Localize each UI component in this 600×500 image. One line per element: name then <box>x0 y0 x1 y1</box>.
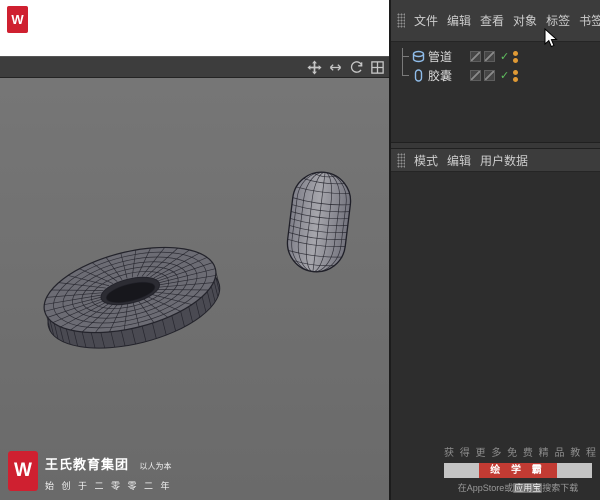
object-list: 管道 ✓ 胶囊 ✓ <box>391 42 600 142</box>
tree-line <box>402 56 409 57</box>
watermark-slogan: 以人为本 <box>139 462 172 471</box>
attribute-manager-body: 获 得 更 多 免 费 精 品 教 程 绘 学 霸 在AppStore或应用宝搜… <box>391 172 600 500</box>
promo-download-suffix: 搜索下载 <box>542 483 579 493</box>
menu-edit[interactable]: 编辑 <box>447 152 471 169</box>
huixueba-badge: 绘 学 霸 <box>479 463 557 478</box>
watermark-title: 王氏教育集团 <box>45 457 130 472</box>
panel-grip-icon[interactable] <box>397 152 405 168</box>
menu-view[interactable]: 查看 <box>480 12 504 29</box>
menu-file[interactable]: 文件 <box>414 12 438 29</box>
3d-viewport[interactable]: W 王氏教育集团 以人为本 始 创 于 二 零 零 二 年 <box>0 78 389 500</box>
logo-letter: W <box>11 12 24 27</box>
wangshi-logo: W <box>8 451 38 491</box>
promo-download-prefix: 在AppStore或 <box>457 483 514 493</box>
menu-objects[interactable]: 对象 <box>513 12 537 29</box>
pan-icon[interactable] <box>306 59 322 75</box>
maximize-view-icon[interactable] <box>369 59 385 75</box>
editor-visibility-toggle-icon[interactable] <box>470 51 481 62</box>
panel-splitter[interactable] <box>391 142 600 149</box>
object-manager-menubar: 文件 编辑 查看 对象 标签 书签 <box>391 0 600 42</box>
object-name[interactable]: 胶囊 <box>428 67 470 84</box>
menu-mode[interactable]: 模式 <box>414 152 438 169</box>
c4d-app-window: W W 王氏教育集团 以人为本 始 创 于 二 零 零 二 年 文件 编辑 查看… <box>0 0 600 500</box>
rotate-icon[interactable] <box>348 59 364 75</box>
menu-user-data[interactable]: 用户数据 <box>480 152 528 169</box>
top-banner: W <box>0 0 389 56</box>
menu-edit[interactable]: 编辑 <box>447 12 471 29</box>
wangshi-watermark: W 王氏教育集团 以人为本 始 创 于 二 零 零 二 年 <box>8 451 172 492</box>
right-panel: 文件 编辑 查看 对象 标签 书签 管道 ✓ <box>389 0 600 500</box>
yingyongbao-highlight: 应用宝 <box>513 483 543 493</box>
mouse-cursor <box>544 28 558 48</box>
enabled-check-icon[interactable]: ✓ <box>500 69 509 82</box>
capsule-object-wireframe <box>286 171 352 273</box>
zoom-icon[interactable] <box>327 59 343 75</box>
promo-download-text: 在AppStore或应用宝搜索下载 <box>444 481 592 494</box>
render-visibility-toggle-icon[interactable] <box>484 51 495 62</box>
tree-line <box>402 75 409 76</box>
menu-bookmarks[interactable]: 书签 <box>579 12 600 29</box>
attribute-manager-menubar: 模式 编辑 用户数据 <box>391 149 600 172</box>
object-row-capsule[interactable]: 胶囊 ✓ <box>402 66 600 85</box>
watermark-since: 始 创 于 二 零 零 二 年 <box>45 481 173 491</box>
render-visibility-toggle-icon[interactable] <box>484 70 495 81</box>
editor-visibility-toggle-icon[interactable] <box>470 70 481 81</box>
visibility-dots-icon[interactable] <box>513 69 519 82</box>
huixueba-badge-bar: 绘 学 霸 <box>444 463 592 478</box>
promo-text: 获 得 更 多 免 费 精 品 教 程 <box>444 448 598 459</box>
promo-watermark: 获 得 更 多 免 费 精 品 教 程 绘 学 霸 在AppStore或应用宝搜… <box>444 444 598 494</box>
tube-object-icon <box>411 50 425 64</box>
viewport-toolbar <box>0 56 389 78</box>
badge-segment <box>444 463 479 478</box>
object-row-tube[interactable]: 管道 ✓ <box>402 47 600 66</box>
object-name[interactable]: 管道 <box>428 48 470 65</box>
panel-grip-icon[interactable] <box>397 13 405 28</box>
wangshi-logo-small: W <box>7 6 28 33</box>
tube-object-wireframe <box>43 246 221 349</box>
capsule-object-icon <box>411 69 425 83</box>
viewport-canvas[interactable] <box>0 78 389 500</box>
watermark-text: 王氏教育集团 以人为本 始 创 于 二 零 零 二 年 <box>45 451 172 492</box>
enabled-check-icon[interactable]: ✓ <box>500 50 509 63</box>
logo-letter: W <box>14 460 32 481</box>
badge-segment <box>557 463 592 478</box>
visibility-dots-icon[interactable] <box>513 50 519 63</box>
viewport-nav-tools <box>306 59 385 75</box>
menu-tags[interactable]: 标签 <box>546 12 570 29</box>
tree-line <box>402 48 403 76</box>
